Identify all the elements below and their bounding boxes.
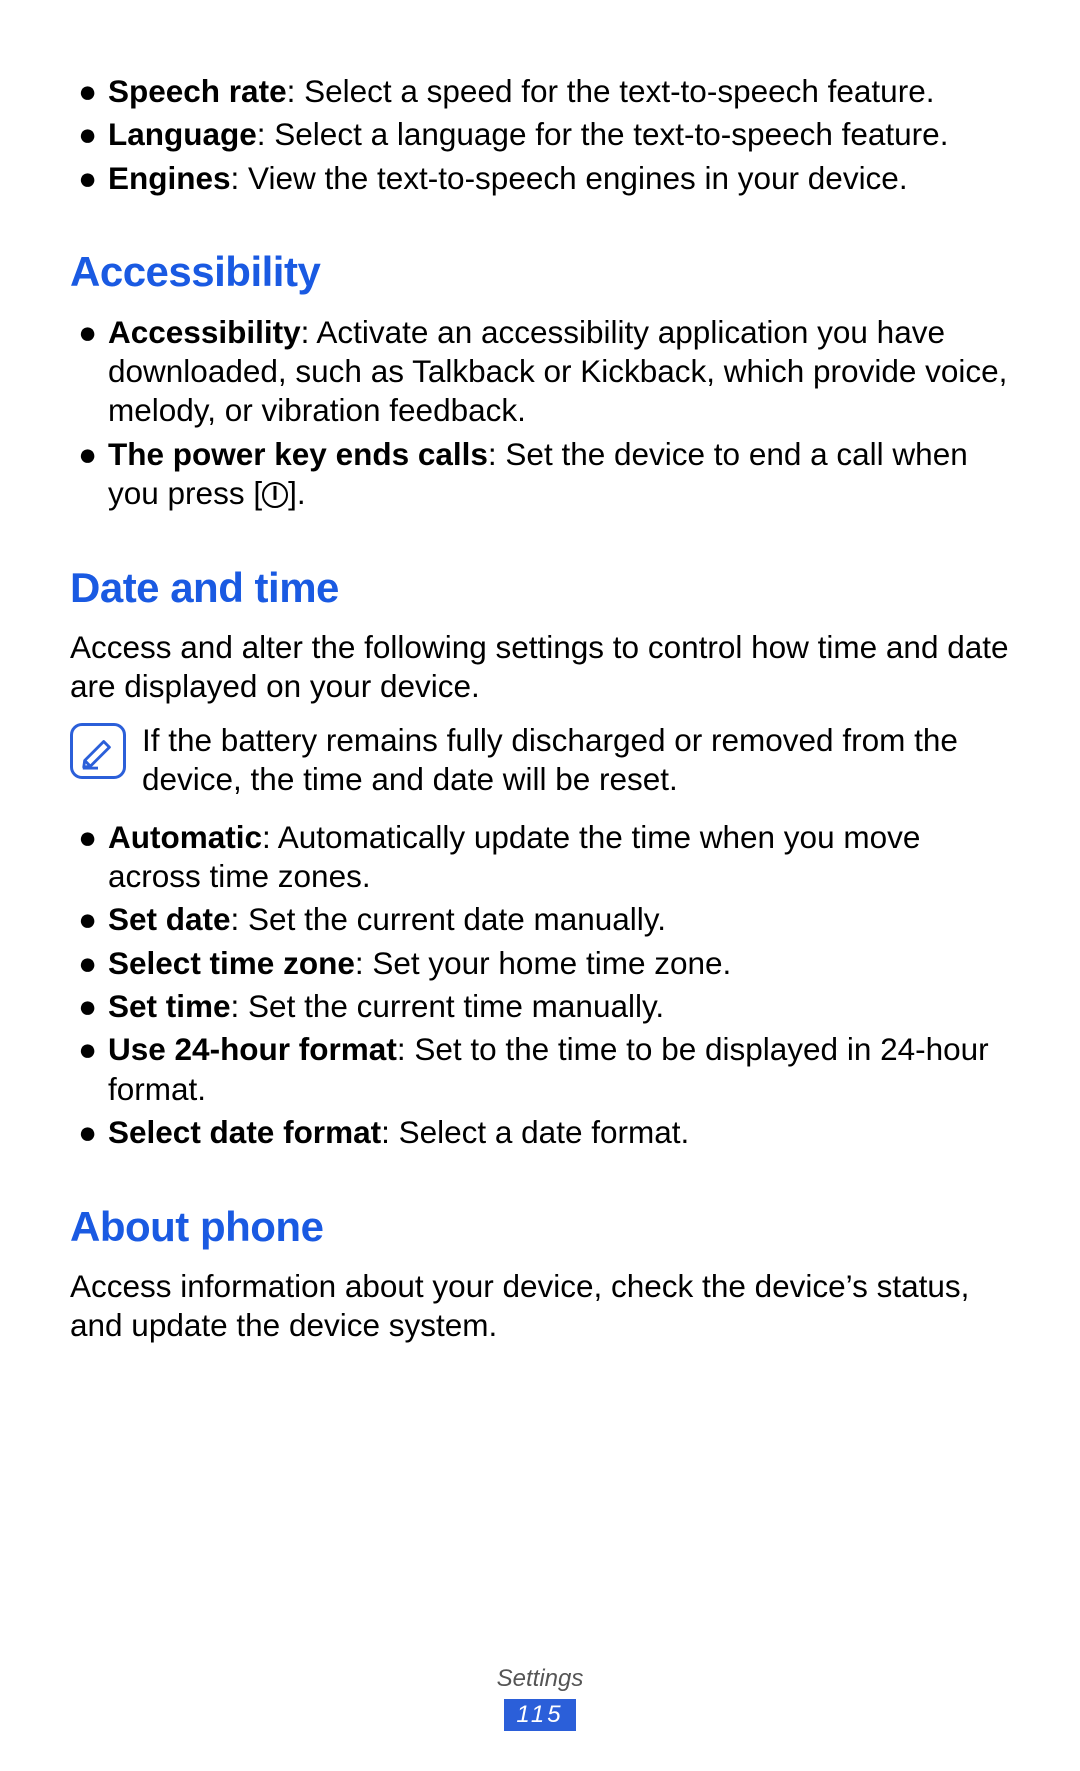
list-item: ● The power key ends calls: Set the devi… — [70, 435, 1010, 514]
list-item-text: The power key ends calls: Set the device… — [108, 435, 1010, 514]
list-item: ● Set date: Set the current date manuall… — [70, 900, 1010, 939]
list-item: ● Automatic: Automatically update the ti… — [70, 818, 1010, 897]
bullet-icon: ● — [78, 987, 108, 1026]
paragraph: Access and alter the following settings … — [70, 628, 1010, 707]
power-icon — [262, 482, 288, 508]
list-item-text: Language: Select a language for the text… — [108, 115, 1010, 154]
list-item-text: Set date: Set the current date manually. — [108, 900, 1010, 939]
list-item-text: Use 24-hour format: Set to the time to b… — [108, 1030, 1010, 1109]
bullet-icon: ● — [78, 72, 108, 111]
heading-about-phone: About phone — [70, 1201, 1010, 1254]
note-text: If the battery remains fully discharged … — [142, 721, 1010, 800]
heading-date-and-time: Date and time — [70, 562, 1010, 615]
bullet-icon: ● — [78, 900, 108, 939]
list-item: ● Accessibility: Activate an accessibili… — [70, 313, 1010, 431]
bullet-icon: ● — [78, 313, 108, 431]
list-item-text: Accessibility: Activate an accessibility… — [108, 313, 1010, 431]
list-item: ● Select date format: Select a date form… — [70, 1113, 1010, 1152]
list-item: ● Select time zone: Set your home time z… — [70, 944, 1010, 983]
page-footer: Settings 115 — [0, 1665, 1080, 1731]
bullet-icon: ● — [78, 1113, 108, 1152]
note: If the battery remains fully discharged … — [70, 721, 1010, 800]
footer-section-label: Settings — [0, 1665, 1080, 1693]
bullet-icon: ● — [78, 159, 108, 198]
bullet-icon: ● — [78, 435, 108, 514]
bullet-icon: ● — [78, 944, 108, 983]
bullet-icon: ● — [78, 115, 108, 154]
list-item: ● Use 24-hour format: Set to the time to… — [70, 1030, 1010, 1109]
bullet-icon: ● — [78, 818, 108, 897]
list-item: ● Set time: Set the current time manuall… — [70, 987, 1010, 1026]
list-item-text: Select date format: Select a date format… — [108, 1113, 1010, 1152]
list-item-text: Set time: Set the current time manually. — [108, 987, 1010, 1026]
list-item-text: Select time zone: Set your home time zon… — [108, 944, 1010, 983]
list-item-text: Automatic: Automatically update the time… — [108, 818, 1010, 897]
note-icon — [70, 723, 126, 779]
page-number-badge: 115 — [504, 1699, 575, 1731]
list-item: ● Language: Select a language for the te… — [70, 115, 1010, 154]
list-item-text: Speech rate: Select a speed for the text… — [108, 72, 1010, 111]
heading-accessibility: Accessibility — [70, 246, 1010, 299]
page-content: ● Speech rate: Select a speed for the te… — [70, 72, 1010, 1346]
paragraph: Access information about your device, ch… — [70, 1267, 1010, 1346]
list-item-text: Engines: View the text-to-speech engines… — [108, 159, 1010, 198]
list-item: ● Engines: View the text-to-speech engin… — [70, 159, 1010, 198]
list-item: ● Speech rate: Select a speed for the te… — [70, 72, 1010, 111]
bullet-icon: ● — [78, 1030, 108, 1109]
